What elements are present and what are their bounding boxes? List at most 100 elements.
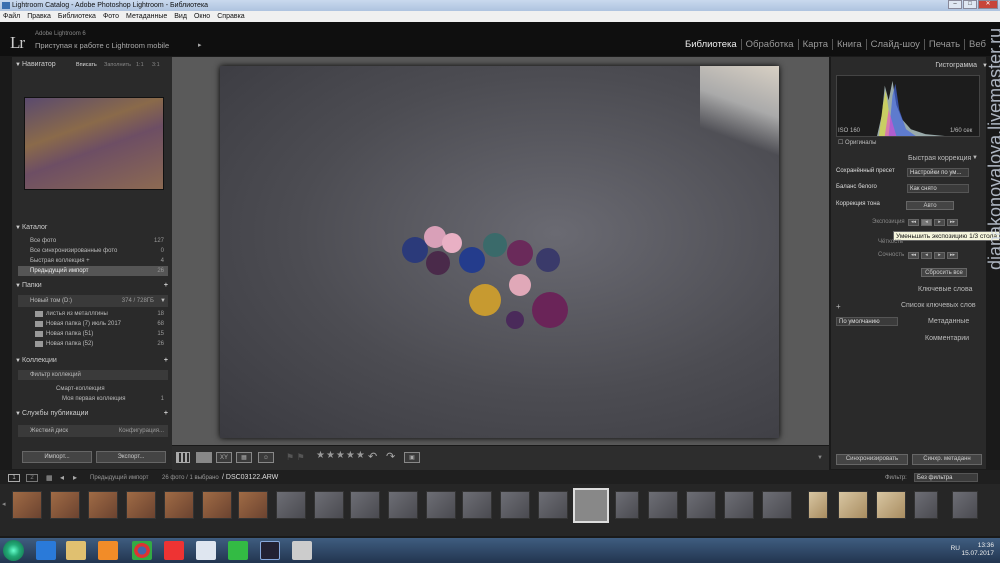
catalog-item[interactable]: Все фото 127 [18,236,168,246]
toolbar-menu-icon[interactable]: ▼ [817,455,823,461]
catalog-header[interactable]: ▼ Каталог [12,222,172,234]
navigator-header[interactable]: ▼ Навигатор Вписать Заполнить 1:1 3:1 [12,59,172,71]
reset-all-button[interactable]: Сбросить все [921,268,967,277]
module-book[interactable]: Книга [832,39,866,50]
filmstrip-thumb[interactable] [838,491,868,519]
rotate-right-icon[interactable]: ↷ [386,450,395,463]
filmstrip-scroll-left-icon[interactable]: ◂ [2,500,6,508]
folder-item[interactable]: листья из металлгины 18 [18,309,168,319]
metadata-preset-select[interactable]: По умолчанию [836,317,898,326]
histogram-header[interactable]: Гистограмма ▼ [831,60,991,72]
module-slideshow[interactable]: Слайд-шоу [865,39,924,50]
back-arrow-icon[interactable]: ◂ [60,473,64,482]
filmstrip-thumb[interactable] [88,491,118,519]
navigator-preview[interactable] [24,97,164,190]
menu-window[interactable]: Окно [194,11,210,22]
metadata-header[interactable]: Метаданные [928,318,969,325]
menu-metadata[interactable]: Метаданные [126,11,167,22]
preset-select[interactable]: Настройки по ум... [907,168,969,177]
filmstrip-thumb[interactable] [914,491,938,519]
monitor-1-button[interactable]: 1 [8,474,20,482]
saturation-minus[interactable]: ◂ [921,252,932,259]
menu-file[interactable]: Файл [3,11,20,22]
wb-select[interactable]: Как снято [907,184,969,193]
saturation-minus-full[interactable]: ◂◂ [908,252,919,259]
star-rating[interactable]: ★★★★★ [316,450,366,461]
folder-item[interactable]: Новая папка (7) июль 2017 68 [18,319,168,329]
collection-item[interactable]: Моя первая коллекция 1 [18,394,168,404]
catalog-item[interactable]: Все синхронизированные фото 0 [18,246,168,256]
filmstrip-thumb[interactable] [538,491,568,519]
folder-item[interactable]: Новая папка (51) 15 [18,329,168,339]
crop-icon[interactable]: ▣ [404,452,420,463]
exposure-minus-third[interactable]: ◂ [921,219,932,226]
collection-item[interactable]: Смарт-коллекция [18,384,168,394]
source-label[interactable]: Предыдущий импорт [90,475,149,481]
module-library[interactable]: Библиотека [681,39,741,50]
filmstrip-thumb[interactable] [952,491,978,519]
monitor-2-button[interactable]: 2 [26,474,38,482]
menu-photo[interactable]: Фото [103,11,119,22]
forward-arrow-icon[interactable]: ▸ [73,473,77,482]
filmstrip-thumb[interactable] [762,491,792,519]
utorrent-icon[interactable] [228,541,248,560]
paint-icon[interactable] [292,541,312,560]
zoom-1-1[interactable]: 1:1 [136,59,144,71]
originals-checkbox[interactable]: ☐ Оригиналы [838,139,876,146]
filename[interactable]: / DSC03122.ARW [222,474,278,481]
add-folder-icon[interactable]: + [164,280,168,292]
filmstrip-thumb[interactable] [276,491,306,519]
folder-item[interactable]: Новая папка (52) 26 [18,339,168,349]
tray-language[interactable]: RU [951,545,960,552]
close-button[interactable]: ✕ [978,0,998,9]
mobile-link[interactable]: Приступая к работе с Lightroom mobile [35,41,169,50]
exposure-minus-full[interactable]: ◂◂ [908,219,919,226]
comments-header[interactable]: Комментарии [925,335,969,342]
filmstrip-thumb[interactable] [724,491,754,519]
compare-view-button[interactable]: XY [216,452,232,463]
collapse-icon[interactable]: ▼ [972,155,978,161]
filmstrip-thumb[interactable] [202,491,232,519]
filmstrip-thumb[interactable] [462,491,492,519]
filmstrip-thumb[interactable] [426,491,456,519]
clock[interactable]: 13:36 15.07.2017 [961,542,994,558]
volume-menu-icon[interactable]: ▼ [160,295,166,307]
auto-tone-button[interactable]: Авто [906,201,954,210]
folders-header[interactable]: ▼ Папки + [12,280,172,292]
filmstrip-thumb[interactable] [615,491,639,519]
zoom-3-1[interactable]: 3:1 [152,59,160,71]
chrome-icon[interactable] [132,541,152,560]
menu-edit[interactable]: Правка [27,11,51,22]
saturation-plus-full[interactable]: ▸▸ [947,252,958,259]
filmstrip-thumb-selected[interactable] [573,488,609,523]
start-button[interactable] [3,540,24,561]
maximize-button[interactable]: □ [963,0,977,9]
filmstrip-thumb[interactable] [50,491,80,519]
menu-view[interactable]: Вид [174,11,187,22]
minimize-button[interactable]: – [948,0,962,9]
filmstrip-thumb[interactable] [686,491,716,519]
zoom-fill[interactable]: Заполнить [104,59,131,71]
quick-develop-header[interactable]: Быстрая коррекция [908,155,971,162]
add-publish-icon[interactable]: + [164,408,168,420]
export-button[interactable]: Экспорт... [96,451,166,463]
filmstrip-thumb[interactable] [648,491,678,519]
catalog-item-selected[interactable]: Предыдущий импорт 26 [18,266,168,276]
exposure-plus-third[interactable]: ▸ [934,219,945,226]
document-icon[interactable] [196,541,216,560]
play-arrow-icon[interactable]: ▸ [198,41,202,49]
volume-row[interactable]: Новый том (D:) 374 / 728ГБ ▼ [18,295,168,307]
catalog-item[interactable]: Быстрая коллекция +4 [18,256,168,266]
add-keyword-icon[interactable]: + [836,302,841,311]
lightroom-taskbar-icon[interactable] [260,541,280,560]
exposure-plus-full[interactable]: ▸▸ [947,219,958,226]
filmstrip-thumb[interactable] [876,491,906,519]
flag-icon[interactable]: ⚑ ⚑ [286,452,305,463]
filter-select[interactable]: Без фильтра [914,473,978,482]
survey-view-button[interactable]: ▦ [236,452,252,463]
explorer-icon[interactable] [66,541,86,560]
ie-icon[interactable] [36,541,56,560]
media-player-icon[interactable] [98,541,118,560]
filmstrip-thumb[interactable] [808,491,828,519]
publish-hdd[interactable]: Жесткий диск Конфигурация... [18,425,168,437]
